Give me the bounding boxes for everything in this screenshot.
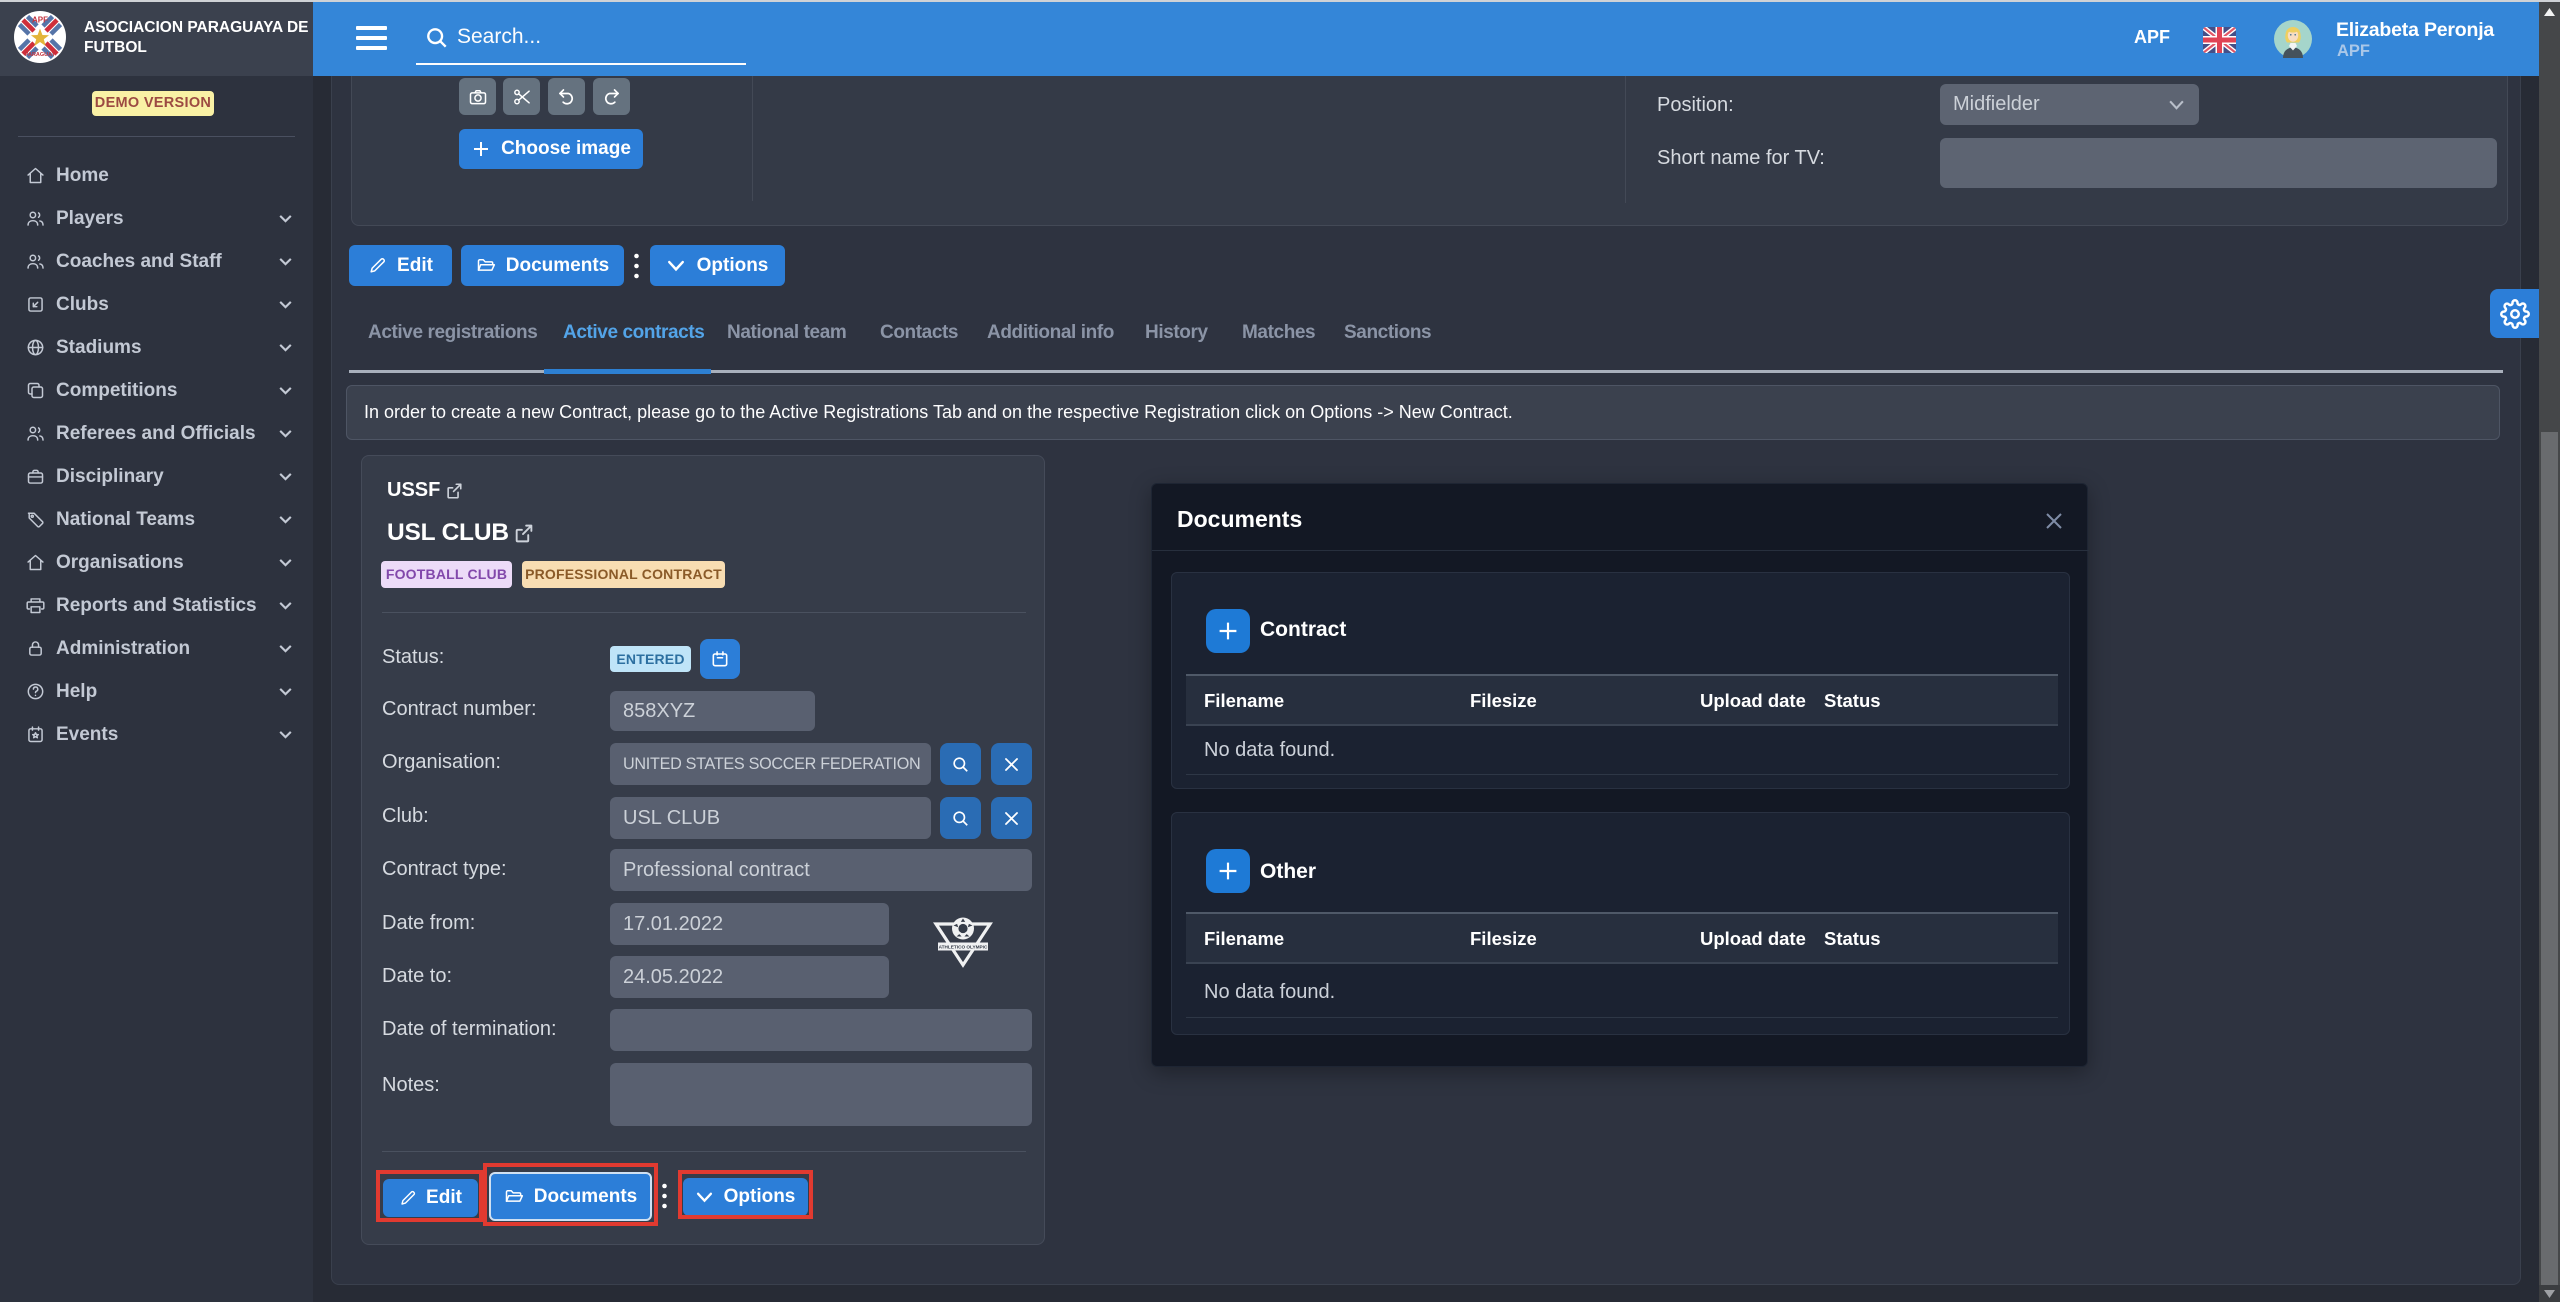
svg-text:PARAGUAY: PARAGUAY	[25, 52, 56, 58]
svg-text:APF: APF	[32, 16, 48, 25]
svg-text:ATHLETICO OLYMPIC: ATHLETICO OLYMPIC	[939, 944, 988, 949]
